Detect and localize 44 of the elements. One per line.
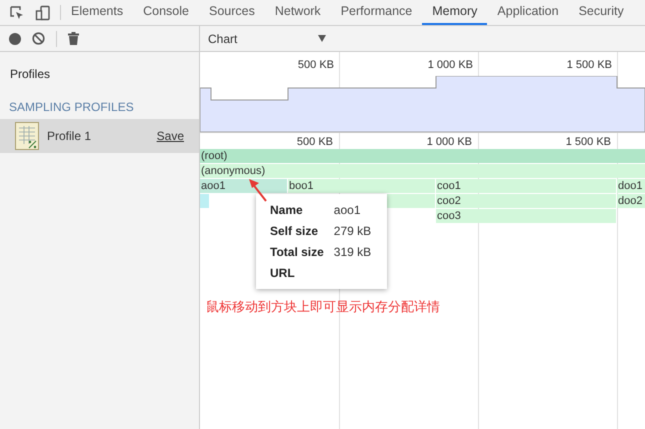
panel-tab[interactable]: Network: [264, 0, 331, 25]
pointer-arrow: [248, 178, 268, 202]
tooltip-key: Total size: [270, 243, 324, 261]
spreadsheet-icon: [15, 122, 39, 150]
clear-icon[interactable]: [32, 32, 45, 45]
axis-tick-label: 500 KB: [296, 135, 334, 149]
flame-bar[interactable]: (anonymous): [200, 164, 645, 178]
tooltip-key: Name: [270, 201, 324, 219]
panel-tab[interactable]: Sources: [198, 0, 265, 25]
view-dropdown[interactable]: Chart: [208, 30, 328, 48]
device-icon[interactable]: [35, 4, 51, 20]
axis-tick-label: 1 000 KB: [426, 135, 473, 149]
tooltip-value: aoo1: [334, 202, 362, 219]
trash-icon[interactable]: [68, 32, 79, 45]
flame-bar[interactable]: doo1: [617, 179, 645, 193]
axis-tick-label: 1 500 KB: [564, 135, 612, 149]
overview-tick-label: 500 KB: [296, 58, 335, 73]
tooltip-value: 279 kB: [334, 223, 372, 240]
panel-tab[interactable]: Application: [487, 0, 569, 25]
panel-tab[interactable]: Console: [133, 0, 199, 25]
overview-tick-label: 1 000 KB: [426, 58, 474, 73]
flame-bar[interactable]: aoo1: [200, 179, 287, 193]
flame-bar[interactable]: coo1: [436, 179, 616, 193]
panel-tab[interactable]: Elements: [61, 0, 134, 25]
overview-tick-label: 1 500 KB: [566, 58, 613, 73]
flame-bar[interactable]: boo1: [288, 179, 435, 193]
flame-bar[interactable]: coo3: [436, 209, 616, 223]
panel-tab[interactable]: Security: [568, 0, 634, 25]
record-icon[interactable]: [9, 32, 21, 44]
profile-item[interactable]: Profile 1 Save: [0, 119, 199, 153]
sidebar-title: Profiles: [9, 66, 52, 83]
tooltip-key: Self size: [270, 222, 324, 240]
dropdown-caret-icon: [318, 35, 326, 42]
flame-bar[interactable]: doo2: [617, 194, 645, 208]
profile-name: Profile 1: [47, 128, 92, 145]
flame-bar[interactable]: (root): [200, 149, 645, 163]
tooltip-value: 319 kB: [334, 244, 372, 261]
inspect-icon[interactable]: [9, 4, 25, 20]
panel-tab[interactable]: Performance: [330, 0, 422, 25]
annotation-text: 鼠标移动到方块上即可显示内存分配详情: [206, 298, 440, 316]
flame-bar[interactable]: coo2: [436, 194, 616, 208]
section-heading: SAMPLING PROFILES: [8, 99, 135, 116]
save-link[interactable]: Save: [156, 127, 184, 145]
tooltip-key: URL: [270, 264, 324, 282]
